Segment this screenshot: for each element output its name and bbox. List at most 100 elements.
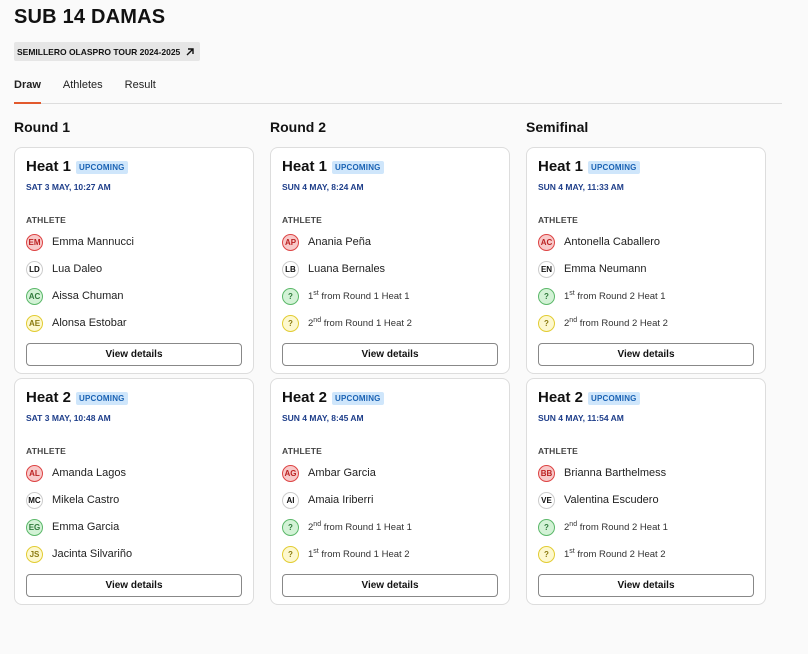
placement-source: from Round 1 Heat 2	[321, 549, 410, 561]
bracket-column: Round 1 Heat 1 UPCOMING SAT 3 MAY, 10:27 AM…	[14, 119, 254, 605]
athlete-column-header: ATHLETE	[282, 446, 322, 456]
athlete-column-header: ATHLETE	[538, 446, 578, 456]
athlete-name: Brianna Barthelmess	[564, 467, 667, 479]
heat-title: Heat 2	[26, 389, 72, 406]
tab-bar: Draw Athletes Result	[14, 78, 782, 104]
view-details-button[interactable]: View details	[282, 343, 498, 366]
athlete-row: LB Luana Bernales	[282, 260, 385, 278]
heat-title: Heat 2	[538, 389, 584, 406]
heat-title: Heat 1	[538, 158, 584, 175]
tab-athletes[interactable]: Athletes	[63, 78, 103, 103]
athlete-row: VE Valentina Escudero	[538, 491, 659, 509]
athlete-row: BB Brianna Barthelmess	[538, 464, 666, 482]
athlete-row: AC Aissa Chuman	[26, 287, 124, 305]
unknown-athlete-avatar: ?	[282, 545, 299, 563]
athlete-avatar: AG	[282, 464, 299, 482]
athlete-name: Mikela Castro	[52, 494, 120, 506]
athlete-row: JS Jacinta Silvariño	[26, 545, 132, 563]
athlete-avatar: AE	[26, 314, 43, 332]
status-badge: UPCOMING	[588, 161, 640, 174]
advancing-placeholder: 1st from Round 2 Heat 2	[564, 548, 666, 560]
placement-source: from Round 2 Heat 2	[579, 318, 668, 330]
advancing-placeholder: 1st from Round 2 Heat 1	[564, 290, 666, 302]
athlete-row: AC Antonella Caballero	[538, 233, 660, 251]
heat-card: Heat 2 UPCOMING SUN 4 MAY, 8:45 AM ATHLETE A…	[270, 378, 510, 605]
athlete-row: EN Emma Neumann	[538, 260, 647, 278]
bracket-column: Semifinal Heat 1 UPCOMING SUN 4 MAY, 11:33 …	[526, 119, 766, 605]
athlete-avatar: AI	[282, 491, 299, 509]
athlete-avatar: AC	[26, 287, 43, 305]
athlete-row: ? 2nd from Round 2 Heat 1	[538, 518, 668, 536]
athlete-name: Anania Peña	[308, 236, 371, 248]
athlete-row: LD Lua Daleo	[26, 260, 102, 278]
heat-title: Heat 2	[282, 389, 328, 406]
athlete-name: Emma Garcia	[52, 521, 120, 533]
athlete-avatar: LB	[282, 260, 299, 278]
athlete-row: ? 1st from Round 1 Heat 1	[282, 287, 410, 305]
athlete-row: MC Mikela Castro	[26, 491, 119, 509]
heat-time: SUN 4 MAY, 11:33 AM	[538, 182, 624, 192]
tab-draw[interactable]: Draw	[14, 78, 41, 104]
placement-suffix: st	[313, 289, 319, 297]
placement-source: from Round 2 Heat 1	[577, 291, 666, 303]
athlete-name: Jacinta Silvariño	[52, 548, 133, 560]
athlete-row: EG Emma Garcia	[26, 518, 119, 536]
athlete-row: EM Emma Mannucci	[26, 233, 134, 251]
status-badge: UPCOMING	[76, 392, 128, 405]
heat-time: SUN 4 MAY, 8:24 AM	[282, 182, 364, 192]
unknown-athlete-avatar: ?	[538, 518, 555, 536]
athlete-row: ? 1st from Round 2 Heat 1	[538, 287, 666, 305]
athlete-avatar: LD	[26, 260, 43, 278]
advancing-placeholder: 2nd from Round 2 Heat 2	[564, 317, 668, 329]
unknown-athlete-avatar: ?	[282, 287, 299, 305]
tab-result[interactable]: Result	[125, 78, 156, 103]
placement-source: from Round 2 Heat 1	[579, 522, 668, 534]
advancing-placeholder: 2nd from Round 1 Heat 2	[308, 317, 412, 329]
athlete-avatar: EG	[26, 518, 43, 536]
athlete-name: Lua Daleo	[52, 263, 103, 275]
athlete-row: AL Amanda Lagos	[26, 464, 126, 482]
placement-suffix: nd	[569, 316, 578, 324]
heat-title: Heat 1	[282, 158, 328, 175]
athlete-row: AE Alonsa Estobar	[26, 314, 127, 332]
athlete-row: ? 2nd from Round 1 Heat 2	[282, 314, 412, 332]
status-badge: UPCOMING	[76, 161, 128, 174]
page-title: SUB 14 DAMAS	[14, 6, 166, 28]
athlete-avatar: EN	[538, 260, 555, 278]
view-details-button[interactable]: View details	[26, 574, 242, 597]
placement-source: from Round 1 Heat 1	[321, 291, 410, 303]
athlete-column-header: ATHLETE	[26, 215, 66, 225]
heat-time: SAT 3 MAY, 10:48 AM	[26, 413, 111, 423]
unknown-athlete-avatar: ?	[538, 314, 555, 332]
heat-time: SUN 4 MAY, 11:54 AM	[538, 413, 624, 423]
athlete-name: Antonella Caballero	[564, 236, 661, 248]
view-details-button[interactable]: View details	[538, 343, 754, 366]
view-details-button[interactable]: View details	[26, 343, 242, 366]
heat-card: Heat 1 UPCOMING SUN 4 MAY, 11:33 AM ATHLETE…	[526, 147, 766, 374]
athlete-avatar: VE	[538, 491, 555, 509]
tour-link-chip[interactable]: SEMILLERO OLASPRO TOUR 2024-2025	[14, 42, 201, 61]
placement-suffix: nd	[313, 316, 322, 324]
round-title: Round 2	[270, 119, 326, 135]
athlete-column-header: ATHLETE	[538, 215, 578, 225]
athlete-avatar: AL	[26, 464, 43, 482]
status-badge: UPCOMING	[332, 392, 384, 405]
heat-time: SAT 3 MAY, 10:27 AM	[26, 182, 111, 192]
unknown-athlete-avatar: ?	[538, 545, 555, 563]
round-title: Semifinal	[526, 119, 589, 135]
athlete-name: Emma Neumann	[564, 263, 647, 275]
view-details-button[interactable]: View details	[282, 574, 498, 597]
unknown-athlete-avatar: ?	[282, 314, 299, 332]
unknown-athlete-avatar: ?	[538, 287, 555, 305]
placement-suffix: nd	[313, 520, 322, 528]
heat-card: Heat 1 UPCOMING SAT 3 MAY, 10:27 AM ATHLETE…	[14, 147, 254, 374]
status-badge: UPCOMING	[588, 392, 640, 405]
heat-card: Heat 2 UPCOMING SAT 3 MAY, 10:48 AM ATHLETE…	[14, 378, 254, 605]
athlete-avatar: MC	[26, 491, 43, 509]
unknown-athlete-avatar: ?	[282, 518, 299, 536]
placement-source: from Round 1 Heat 2	[323, 318, 412, 330]
athlete-row: ? 2nd from Round 2 Heat 2	[538, 314, 668, 332]
view-details-button[interactable]: View details	[538, 574, 754, 597]
status-badge: UPCOMING	[332, 161, 384, 174]
placement-source: from Round 1 Heat 1	[323, 522, 412, 534]
